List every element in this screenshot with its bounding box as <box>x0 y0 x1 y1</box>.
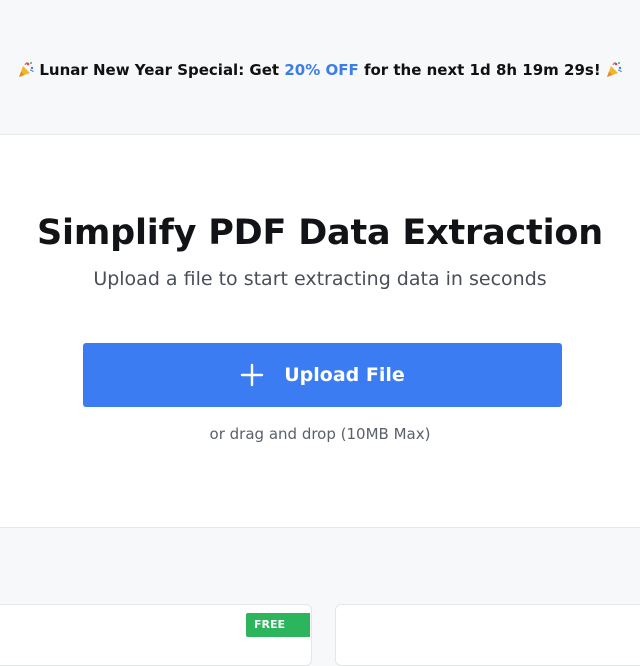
page-title: Simplify PDF Data Extraction <box>37 213 603 253</box>
party-popper-icon <box>605 61 623 79</box>
page-subtitle: Upload a file to start extracting data i… <box>93 268 547 290</box>
plus-icon <box>240 363 264 387</box>
promo-text: Lunar New Year Special: Get 20% OFF for … <box>13 61 626 79</box>
party-popper-icon <box>17 61 35 79</box>
drag-drop-hint: or drag and drop (10MB Max) <box>209 425 431 443</box>
promo-prefix: Lunar New Year Special: Get <box>39 61 280 79</box>
promo-discount: 20% OFF <box>284 61 359 79</box>
upload-file-button[interactable]: Upload File <box>83 343 562 407</box>
upload-hero: Simplify PDF Data Extraction Upload a fi… <box>0 135 640 528</box>
plans-section: FREE <box>0 528 640 666</box>
free-badge: FREE <box>246 613 310 637</box>
upload-button-label: Upload File <box>284 364 405 386</box>
plan-card[interactable] <box>335 604 640 666</box>
promo-banner: Lunar New Year Special: Get 20% OFF for … <box>0 0 640 135</box>
promo-countdown: for the next 1d 8h 19m 29s! <box>363 61 601 79</box>
